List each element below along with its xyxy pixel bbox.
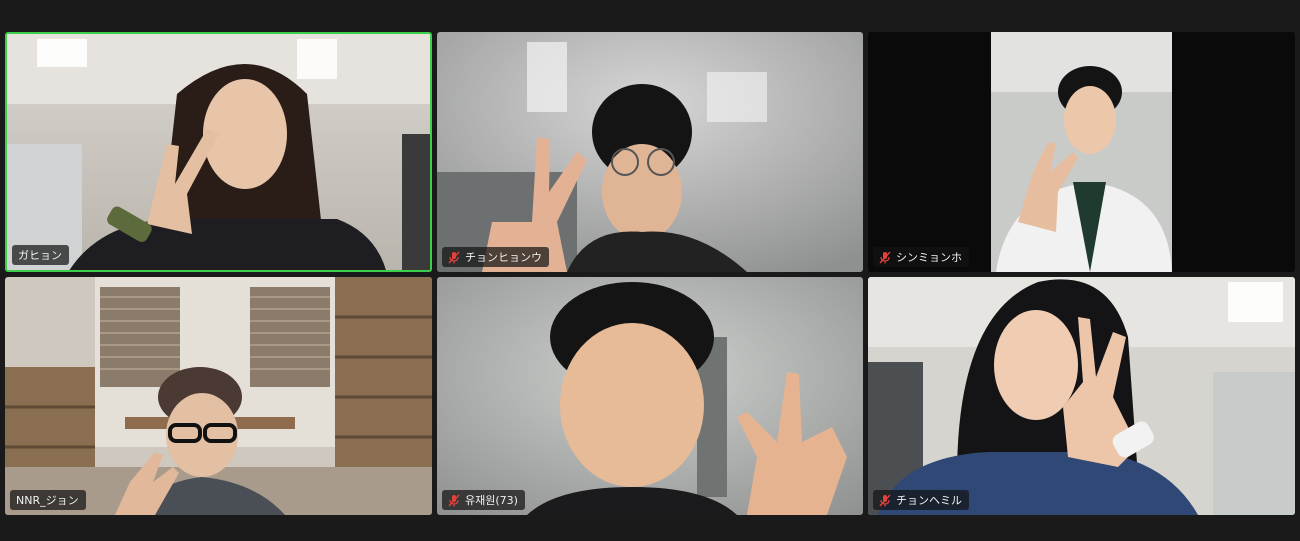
participant-name-tag: 유재원(73) (442, 490, 525, 510)
video-feed (437, 277, 863, 515)
participant-name-tag: ガヒョン (12, 245, 69, 265)
video-tile-participant-4[interactable]: NNR_ジョン (5, 277, 432, 515)
participant-name: NNR_ジョン (16, 494, 79, 507)
participant-name-tag: NNR_ジョン (10, 490, 86, 510)
video-tile-participant-1[interactable]: ガヒョン (5, 32, 432, 272)
video-tile-participant-3[interactable]: シンミョンホ (868, 32, 1295, 272)
mic-muted-icon (879, 494, 891, 506)
mic-muted-icon (879, 251, 891, 263)
video-tile-participant-5[interactable]: 유재원(73) (437, 277, 863, 515)
video-tile-participant-2[interactable]: チョンヒョンウ (437, 32, 863, 272)
participant-name-tag: チョンヒョンウ (442, 247, 549, 267)
video-feed (5, 277, 432, 515)
video-gallery: ガヒョン チョンヒョンウ シンミョンホ NNR_ジョン 유재원(73) チョンヘ… (0, 0, 1300, 541)
participant-name-tag: シンミョンホ (873, 247, 969, 267)
video-tile-participant-6[interactable]: チョンヘミル (868, 277, 1295, 515)
participant-name: ガヒョン (18, 249, 62, 262)
mic-muted-icon (448, 251, 460, 263)
mic-muted-icon (448, 494, 460, 506)
video-feed (868, 277, 1295, 515)
video-feed (868, 32, 1295, 272)
participant-name: チョンヒョンウ (465, 251, 542, 264)
participant-name: シンミョンホ (896, 251, 962, 264)
video-feed (7, 34, 430, 270)
participant-name: 유재원(73) (465, 494, 518, 507)
video-feed (437, 32, 863, 272)
participant-name-tag: チョンヘミル (873, 490, 969, 510)
participant-name: チョンヘミル (896, 494, 962, 507)
